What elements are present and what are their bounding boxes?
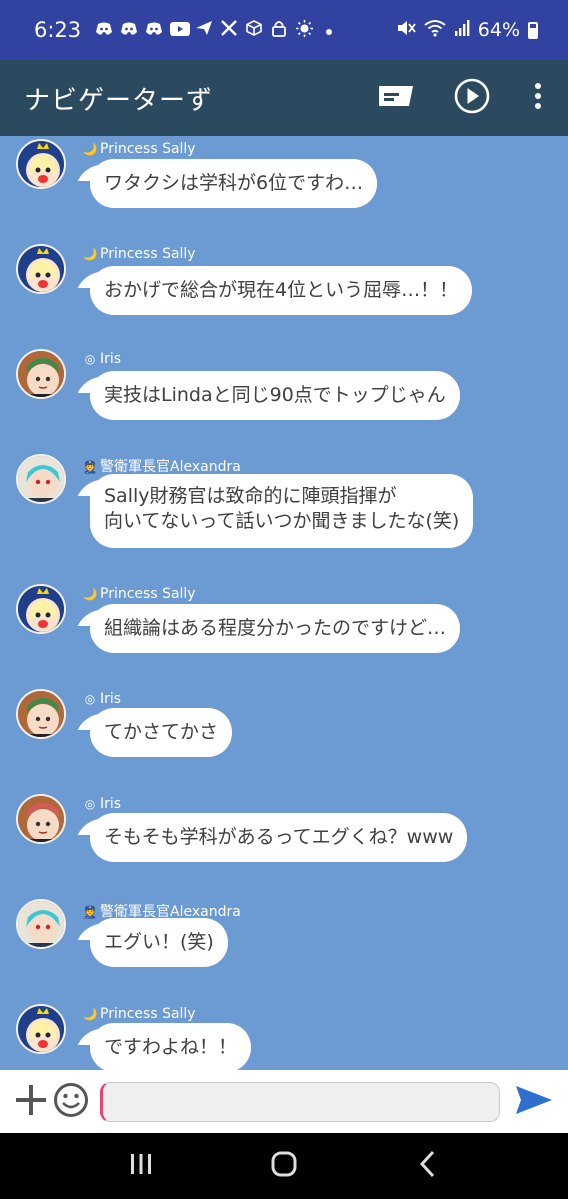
- wifi-icon: [424, 19, 446, 42]
- status-bar: 6:23 64%: [0, 0, 568, 60]
- home-button[interactable]: [254, 1141, 314, 1191]
- avatar-princess-sally[interactable]: [16, 1004, 66, 1054]
- officer-icon: 👮: [82, 460, 98, 474]
- plus-icon: [14, 1083, 48, 1121]
- message-text: ワタクシは学科が6位ですわ…: [104, 172, 364, 194]
- moon-icon: 🌙: [82, 142, 98, 156]
- status-time: 6:23: [34, 18, 82, 42]
- avatar-iris[interactable]: [16, 689, 66, 739]
- back-icon: [418, 1150, 436, 1182]
- message-bubble[interactable]: おかげで総合が現在4位という屈辱…！！: [90, 266, 473, 315]
- mute-icon: [396, 19, 416, 42]
- sender-name: 🌙 Princess Sally: [82, 1006, 196, 1022]
- message-input[interactable]: [100, 1081, 500, 1122]
- message-text: てかさてかさ: [104, 721, 219, 743]
- message-text: 組織論はある程度分かったのですけど…: [104, 617, 447, 639]
- message-bubble[interactable]: ワタクシは学科が6位ですわ…: [90, 159, 378, 208]
- smiley-icon: [53, 1082, 89, 1122]
- moon-icon: 🌙: [82, 587, 98, 601]
- sender-name: 👮 警衛軍長官Alexandra: [82, 459, 241, 475]
- avatar-princess-sally[interactable]: [16, 584, 66, 634]
- message-bubble[interactable]: 組織論はある程度分かったのですけど…: [90, 604, 461, 653]
- x-icon: [220, 20, 238, 40]
- box-icon: [245, 20, 263, 40]
- ring-icon: ◎: [84, 797, 96, 811]
- sender-name: 🌙 Princess Sally: [82, 586, 196, 602]
- avatar-alexandra[interactable]: [16, 454, 66, 504]
- message-bubble[interactable]: エグい！(笑): [90, 918, 228, 967]
- message-text: ですわよね！！: [104, 1036, 238, 1058]
- ring-icon: ◎: [84, 352, 96, 366]
- sender-name: 🌙 Princess Sally: [82, 246, 196, 262]
- sender-name: 🌙 Princess Sally: [82, 141, 196, 157]
- message-bubble[interactable]: 実技はLindaと同じ90点でトップじゃん: [90, 371, 460, 420]
- signal-icon: [454, 19, 470, 42]
- sender-name: ◎ Iris: [82, 796, 121, 812]
- lock-icon: [270, 20, 288, 41]
- message-text: Sally財務官は致命的に陣頭指揮が: [104, 485, 397, 507]
- avatar-alexandra[interactable]: [16, 899, 66, 949]
- play-button[interactable]: [454, 78, 490, 118]
- page-title: ナビゲーターず: [24, 85, 214, 116]
- send-icon: [515, 1085, 553, 1119]
- recent-apps-button[interactable]: [111, 1141, 171, 1191]
- message-bubble[interactable]: てかさてかさ: [90, 708, 233, 757]
- moon-icon: 🌙: [82, 247, 98, 261]
- message-bubble[interactable]: ですわよね！！: [90, 1023, 252, 1070]
- flag-button[interactable]: [378, 80, 414, 116]
- avatar-iris[interactable]: [16, 349, 66, 399]
- dot-icon: [320, 21, 338, 40]
- youtube-icon: [170, 21, 191, 40]
- message-bubble[interactable]: Sally財務官は致命的に陣頭指揮が 向いてないって話いつか聞きましたな(笑): [90, 474, 474, 548]
- battery-icon: [528, 21, 538, 39]
- sender-name: ◎ Iris: [82, 351, 121, 367]
- sun-icon: [295, 19, 313, 41]
- discord-icon: [120, 21, 138, 40]
- officer-icon: 👮: [82, 905, 98, 919]
- navigation-bar: [0, 1133, 568, 1199]
- discord-icon: [145, 21, 163, 40]
- moon-icon: 🌙: [82, 1007, 98, 1021]
- system-status: 64%: [396, 19, 538, 42]
- share-icon: [195, 20, 213, 40]
- avatar-princess-sally[interactable]: [16, 244, 66, 294]
- back-button[interactable]: [397, 1141, 457, 1191]
- recent-apps-icon: [129, 1152, 153, 1180]
- message-text: おかげで総合が現在4位という屈辱…！！: [104, 279, 459, 301]
- send-button[interactable]: [514, 1082, 554, 1122]
- avatar-iris[interactable]: [16, 794, 66, 844]
- message-bubble[interactable]: そもそも学科があるってエグくね？www: [90, 813, 468, 862]
- more-options-button[interactable]: [530, 80, 546, 116]
- header-actions: [378, 78, 546, 118]
- message-text: 向いてないって話いつか聞きましたな(笑): [104, 510, 460, 532]
- discord-icon: [95, 21, 113, 40]
- add-button[interactable]: [14, 1083, 48, 1121]
- chat-area[interactable]: 🌙 Princess Sally ワタクシは学科が6位ですわ… 🌙 Princess…: [0, 136, 568, 1070]
- home-icon: [270, 1150, 298, 1182]
- battery-percent: 64%: [477, 19, 520, 41]
- play-icon: [454, 78, 490, 118]
- input-bar: [0, 1070, 568, 1133]
- flag-icon: [378, 84, 414, 112]
- emoji-button[interactable]: [53, 1082, 89, 1122]
- message-text: エグい！(笑): [104, 931, 214, 953]
- sender-name: ◎ Iris: [82, 691, 121, 707]
- message-text: そもそも学科があるってエグくね？www: [104, 826, 454, 848]
- app-header: ナビゲーターず: [0, 60, 568, 136]
- ring-icon: ◎: [84, 692, 96, 706]
- notification-icons: [95, 19, 338, 41]
- message-text: 実技はLindaと同じ90点でトップじゃん: [104, 384, 446, 406]
- avatar-princess-sally[interactable]: [16, 139, 66, 189]
- more-icon: [534, 83, 542, 113]
